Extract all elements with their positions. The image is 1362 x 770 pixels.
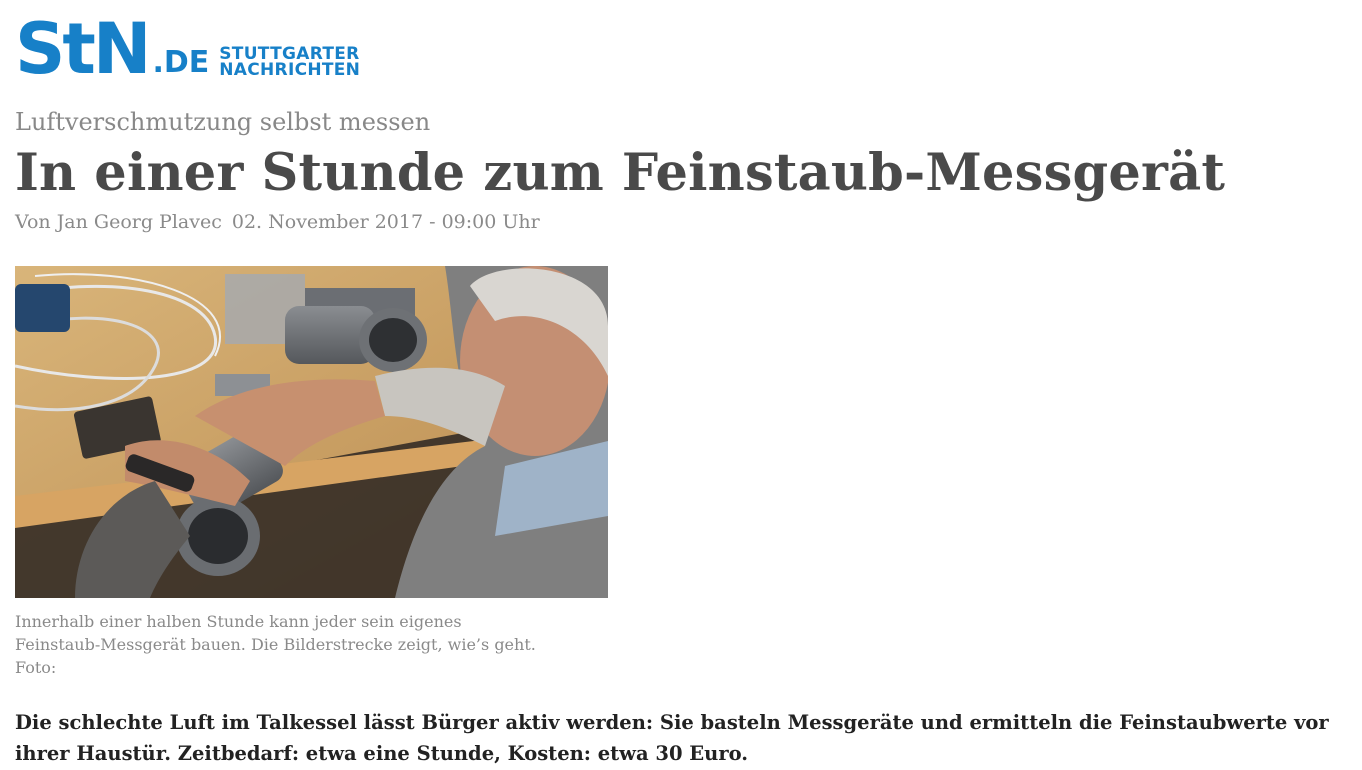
- article-byline: Von Jan Georg Plavec 02. November 2017 - …: [15, 211, 540, 233]
- author: Von Jan Georg Plavec: [15, 211, 222, 233]
- logo-wordmark: StN: [15, 8, 151, 90]
- site-logo[interactable]: StN .DE STUTTGARTER NACHRICHTEN: [15, 8, 361, 90]
- logo-name-line2: NACHRICHTEN: [219, 60, 361, 80]
- article-lead: Die schlechte Luft im Talkessel lässt Bü…: [15, 711, 1329, 765]
- caption-line-2: Feinstaub-Messgerät bauen. Die Bilderstr…: [15, 635, 536, 654]
- article-kicker: Luftverschmutzung selbst messen: [15, 108, 431, 136]
- caption-line-1: Innerhalb einer halben Stunde kann jeder…: [15, 612, 462, 631]
- article-photo[interactable]: [15, 266, 608, 598]
- photo-caption: Innerhalb einer halben Stunde kann jeder…: [15, 610, 615, 679]
- logo-domain: .DE: [152, 45, 210, 80]
- photo-illustration: [15, 266, 608, 598]
- logo-publication-name: STUTTGARTER NACHRICHTEN: [219, 46, 361, 80]
- caption-photo-credit: Foto:: [15, 658, 57, 677]
- article-headline: In einer Stunde zum Feinstaub-Messgerät: [15, 143, 1226, 203]
- publish-date: 02. November 2017 - 09:00 Uhr: [231, 211, 540, 233]
